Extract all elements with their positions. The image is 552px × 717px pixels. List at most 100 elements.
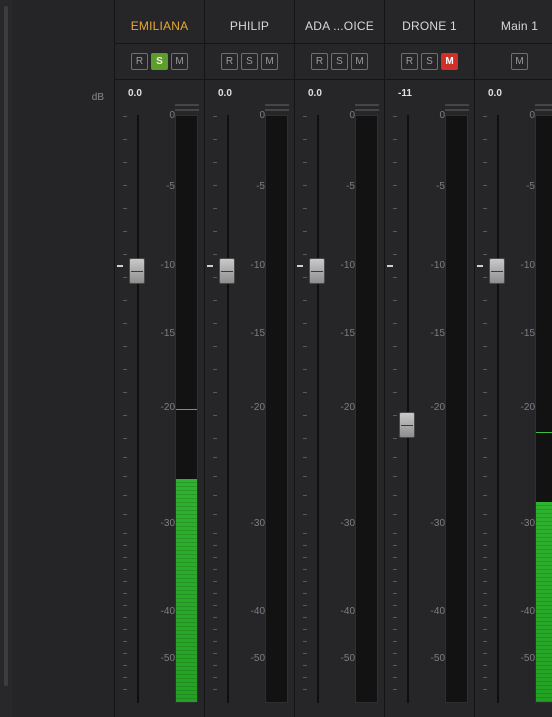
channel-name[interactable]: ADA ...OICE [295, 19, 384, 33]
mute-button[interactable]: M [351, 53, 368, 70]
scale-tick [123, 438, 127, 439]
mute-button[interactable]: M [261, 53, 278, 70]
scale-tick [483, 476, 487, 477]
meter-fill [176, 478, 197, 702]
channel-name[interactable]: Main 1 [475, 19, 552, 33]
channel-name[interactable]: EMILIANA [115, 19, 204, 33]
volume-fader[interactable] [219, 258, 235, 284]
channel-name[interactable]: DRONE 1 [385, 19, 474, 33]
scale-label: -5 [166, 181, 175, 192]
scale-tick [393, 185, 397, 186]
unity-mark [387, 265, 393, 267]
scale-label: -5 [436, 181, 445, 192]
mixer-scale-panel: dB [12, 0, 115, 717]
level-readout: 0.0 [488, 88, 502, 99]
scale-tick [393, 677, 397, 678]
scale-tick [213, 495, 217, 496]
divider [115, 43, 204, 44]
record-arm-button[interactable]: R [401, 53, 418, 70]
scale-tick [303, 533, 307, 534]
volume-fader[interactable] [399, 412, 415, 439]
scale-tick [393, 231, 397, 232]
scale-tick [303, 139, 307, 140]
scale-tick [213, 617, 217, 618]
scale-tick [393, 116, 397, 117]
record-arm-button[interactable]: R [221, 53, 238, 70]
scale-tick [483, 533, 487, 534]
scale-label: -50 [520, 653, 535, 664]
channel-buttons: RSM [115, 53, 204, 70]
record-arm-button[interactable]: R [131, 53, 148, 70]
fader-track[interactable] [497, 115, 499, 703]
volume-fader[interactable] [489, 258, 505, 284]
scale-tick [213, 254, 217, 255]
scale-label: -40 [430, 606, 445, 617]
mute-button[interactable]: M [441, 53, 458, 70]
channel-strip: Main 1 M 0.0 0 -5 -10 -15 -20 -30 -40 -50 [475, 0, 552, 717]
scale-tick [483, 514, 487, 515]
scale-tick [483, 629, 487, 630]
scale-tick [303, 476, 307, 477]
scale-label: -40 [250, 606, 265, 617]
record-arm-button[interactable]: R [311, 53, 328, 70]
channel-buttons: M [475, 53, 552, 70]
scale-label: 0 [439, 110, 445, 121]
channel-strip: ADA ...OICE R S M 0.0 0 -5 -10 -15 -20 -30 -40 -50 [295, 0, 385, 717]
scale-tick [303, 231, 307, 232]
scale-tick [483, 689, 487, 690]
scale-tick [393, 593, 397, 594]
scale-tick [483, 369, 487, 370]
meter-peak-line [536, 432, 552, 434]
unity-mark [297, 265, 303, 267]
scale-tick [213, 514, 217, 515]
scale-tick [483, 557, 487, 558]
scale-tick [123, 689, 127, 690]
scale-tick [213, 557, 217, 558]
scale-label: -50 [340, 653, 355, 664]
channel-name[interactable]: PHILIP [205, 19, 294, 33]
scale-tick [483, 495, 487, 496]
scale-tick [213, 323, 217, 324]
scale-tick [213, 569, 217, 570]
scale-label: 0 [529, 110, 535, 121]
scale-tick [123, 653, 127, 654]
solo-button[interactable]: S [421, 53, 438, 70]
scale-label: 0 [169, 110, 175, 121]
scale-tick [213, 457, 217, 458]
scale-tick [303, 116, 307, 117]
fader-track[interactable] [407, 115, 409, 703]
solo-button[interactable]: S [331, 53, 348, 70]
scale-tick [123, 514, 127, 515]
volume-fader[interactable] [309, 258, 325, 284]
scale-tick [303, 495, 307, 496]
scale-tick [123, 254, 127, 255]
solo-button[interactable]: S [241, 53, 258, 70]
scale-tick [393, 346, 397, 347]
fader-track[interactable] [317, 115, 319, 703]
volume-fader[interactable] [129, 258, 145, 284]
scale-label: -30 [160, 518, 175, 529]
scale-tick [123, 581, 127, 582]
scale-tick [393, 254, 397, 255]
scale-tick [483, 438, 487, 439]
scale-label: -50 [160, 653, 175, 664]
scale-tick [123, 323, 127, 324]
peak-hold-indicator [175, 104, 199, 106]
scale-tick [213, 346, 217, 347]
mute-button[interactable]: M [171, 53, 188, 70]
solo-button[interactable]: S [151, 53, 168, 70]
level-readout: 0.0 [308, 88, 322, 99]
scale-tick [393, 689, 397, 690]
mute-button[interactable]: M [511, 53, 528, 70]
peak-hold-indicator [535, 104, 552, 106]
db-unit-label: dB [91, 92, 104, 103]
scale-tick [303, 677, 307, 678]
fader-track[interactable] [137, 115, 139, 703]
scale-tick [123, 300, 127, 301]
scale-tick [303, 457, 307, 458]
fader-track[interactable] [227, 115, 229, 703]
vertical-scrollbar[interactable] [4, 6, 8, 686]
scale-tick [123, 665, 127, 666]
scale-tick [123, 457, 127, 458]
peak-hold-indicator [445, 109, 469, 111]
